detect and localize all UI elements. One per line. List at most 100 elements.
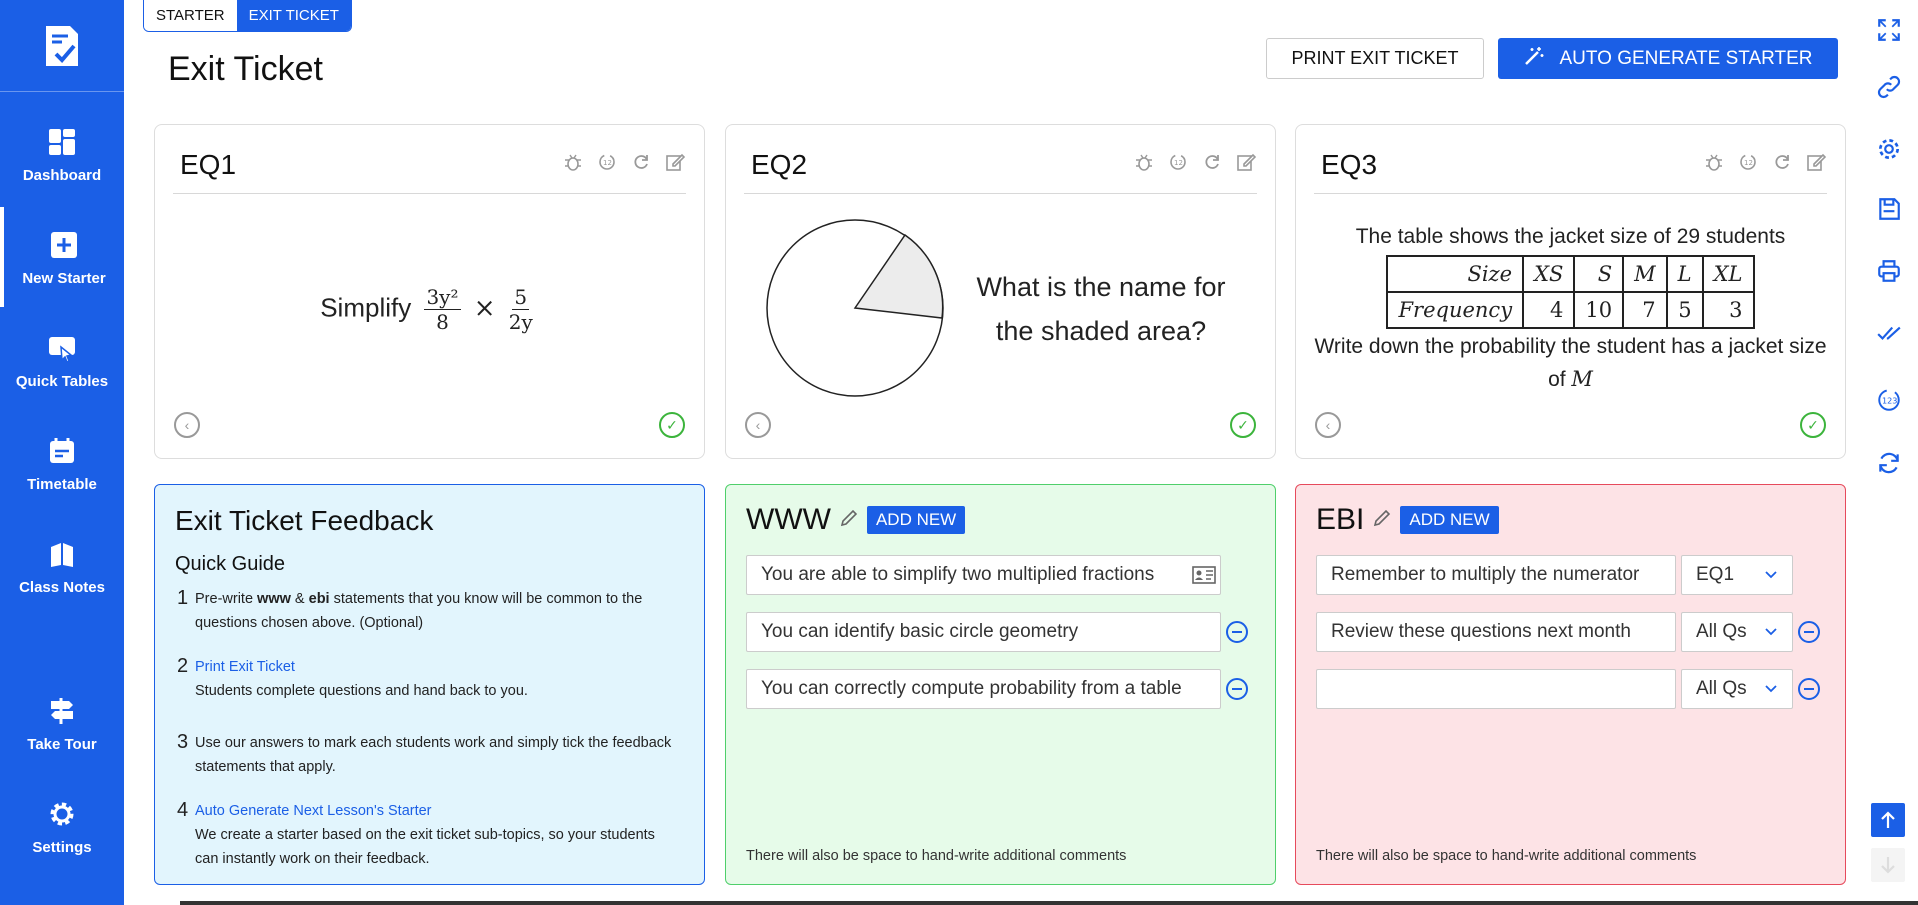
question-card-eq1: EQ1 12 Simplify 3y² 8 × 5 2y ‹ ✓ bbox=[154, 124, 705, 459]
link-icon[interactable] bbox=[1874, 72, 1904, 102]
tab-exit-ticket[interactable]: EXIT TICKET bbox=[236, 0, 351, 31]
number-swap-icon[interactable]: 123 bbox=[1874, 385, 1904, 415]
ebi-statement-input[interactable]: Remember to multiply the numerator bbox=[1316, 555, 1676, 595]
step-body: Print Exit Ticket Students complete quest… bbox=[195, 655, 677, 703]
question-tools: 12 bbox=[562, 151, 686, 173]
www-title: WWW bbox=[746, 503, 831, 536]
ebi-header: EBI ADD NEW bbox=[1316, 503, 1499, 537]
question-card-eq3: EQ3 12 The table shows the jacket size o… bbox=[1295, 124, 1846, 459]
logo-icon bbox=[46, 25, 78, 66]
sidebar-item-label: Class Notes bbox=[19, 578, 105, 596]
bug-report-icon[interactable] bbox=[562, 151, 584, 173]
horizontal-scrollbar[interactable] bbox=[180, 901, 1918, 905]
divider bbox=[173, 193, 686, 194]
table-cell: M bbox=[1622, 255, 1668, 293]
frac1-numerator: 3y² bbox=[424, 285, 461, 310]
arrow-up-icon bbox=[1881, 811, 1895, 828]
magic-wand-icon bbox=[1523, 45, 1545, 73]
ebi-scope-select[interactable]: All Qs bbox=[1681, 612, 1793, 652]
double-check-icon[interactable] bbox=[1874, 318, 1904, 348]
guide-title: Exit Ticket Feedback bbox=[175, 505, 434, 536]
ebi-add-new-button[interactable]: ADD NEW bbox=[1400, 506, 1499, 534]
www-statement-input[interactable]: You can identify basic circle geometry bbox=[746, 612, 1221, 652]
edit-icon[interactable] bbox=[1235, 151, 1257, 173]
question-intro: The table shows the jacket size of 29 st… bbox=[1355, 225, 1786, 248]
number-swap-icon[interactable]: 12 bbox=[1737, 151, 1759, 173]
bug-report-icon[interactable] bbox=[1133, 151, 1155, 173]
sidebar: Dashboard New Starter Quick Tables Timet… bbox=[0, 0, 124, 905]
sidebar-item-label: Take Tour bbox=[27, 735, 97, 753]
previous-question-button[interactable]: ‹ bbox=[1315, 412, 1341, 438]
table-cell: 7 bbox=[1622, 291, 1668, 329]
ebi-statement-input[interactable] bbox=[1316, 669, 1676, 709]
guide-subtitle: Quick Guide bbox=[175, 553, 286, 575]
remove-statement-button[interactable] bbox=[1226, 678, 1248, 700]
question-tools: 12 bbox=[1703, 151, 1827, 173]
frac2-numerator: 5 bbox=[512, 285, 530, 310]
tab-starter[interactable]: STARTER bbox=[144, 0, 237, 31]
www-statement-input[interactable]: You are able to simplify two multiplied … bbox=[746, 555, 1221, 595]
app-logo[interactable] bbox=[0, 0, 124, 92]
save-icon[interactable] bbox=[1874, 194, 1904, 224]
auto-generate-starter-button[interactable]: AUTO GENERATE STARTER bbox=[1498, 38, 1838, 79]
scroll-down-button[interactable] bbox=[1871, 848, 1905, 882]
refresh-icon[interactable] bbox=[1771, 151, 1793, 173]
auto-generate-link[interactable]: Auto Generate Next Lesson's Starter bbox=[195, 803, 432, 819]
ebi-statement-input[interactable]: Review these questions next month bbox=[1316, 612, 1676, 652]
question-outro: Write down the probability the student h… bbox=[1314, 331, 1827, 396]
sidebar-item-take-tour[interactable]: Take Tour bbox=[0, 673, 124, 773]
row-header: Size bbox=[1386, 255, 1525, 293]
refresh-icon[interactable] bbox=[1874, 448, 1904, 478]
refresh-icon[interactable] bbox=[630, 151, 652, 173]
check-icon: ✓ bbox=[1230, 412, 1256, 438]
select-value: All Qs bbox=[1696, 621, 1747, 642]
bug-report-icon[interactable] bbox=[1703, 151, 1725, 173]
frac2-denominator: 2y bbox=[508, 310, 533, 334]
question-card-eq2: EQ2 12 What is the name for the shaded a… bbox=[725, 124, 1276, 459]
check-icon: ✓ bbox=[1800, 412, 1826, 438]
number-swap-icon[interactable]: 12 bbox=[596, 151, 618, 173]
www-statement-text: You can identify basic circle geometry bbox=[761, 621, 1079, 642]
remove-statement-button[interactable] bbox=[1798, 621, 1820, 643]
ebi-scope-select[interactable]: EQ1 bbox=[1681, 555, 1793, 595]
edit-icon[interactable] bbox=[1805, 151, 1827, 173]
pencil-icon[interactable] bbox=[839, 508, 859, 533]
fraction-2: 5 2y bbox=[509, 285, 533, 334]
svg-text:12: 12 bbox=[1744, 159, 1753, 167]
sidebar-item-timetable[interactable]: Timetable bbox=[0, 413, 124, 513]
sidebar-item-label: Dashboard bbox=[22, 166, 102, 184]
sidebar-item-class-notes[interactable]: Class Notes bbox=[0, 516, 124, 616]
step-number: 4 bbox=[177, 799, 189, 821]
print-exit-ticket-link[interactable]: Print Exit Ticket bbox=[195, 659, 295, 675]
gear-icon[interactable] bbox=[1874, 134, 1904, 164]
sidebar-item-settings[interactable]: Settings bbox=[0, 776, 124, 876]
step-text: We create a starter based on the exit ti… bbox=[195, 827, 655, 867]
sidebar-item-dashboard[interactable]: Dashboard bbox=[0, 104, 124, 204]
fullscreen-icon[interactable] bbox=[1874, 15, 1904, 45]
previous-question-button[interactable]: ‹ bbox=[745, 412, 771, 438]
www-add-new-button[interactable]: ADD NEW bbox=[866, 506, 966, 534]
hand-write-note: There will also be space to hand-write a… bbox=[746, 848, 1127, 864]
frac1-denominator: 8 bbox=[436, 310, 449, 334]
sidebar-item-quick-tables[interactable]: Quick Tables bbox=[0, 310, 124, 410]
www-statement-input[interactable]: You can correctly compute probability fr… bbox=[746, 669, 1221, 709]
dashboard-icon bbox=[45, 125, 79, 159]
number-swap-icon[interactable]: 12 bbox=[1167, 151, 1189, 173]
signpost-icon bbox=[45, 694, 79, 728]
sidebar-item-label: Quick Tables bbox=[15, 372, 109, 390]
edit-icon[interactable] bbox=[664, 151, 686, 173]
refresh-icon[interactable] bbox=[1201, 151, 1223, 173]
svg-text:123: 123 bbox=[1882, 395, 1897, 405]
previous-question-button[interactable]: ‹ bbox=[174, 412, 200, 438]
step-text: & bbox=[290, 591, 309, 607]
print-icon[interactable] bbox=[1874, 256, 1904, 286]
table-cell: 4 bbox=[1522, 291, 1576, 329]
print-exit-ticket-button[interactable]: PRINT EXIT TICKET bbox=[1266, 38, 1484, 79]
remove-statement-button[interactable] bbox=[1798, 678, 1820, 700]
scroll-up-button[interactable] bbox=[1871, 803, 1905, 837]
sidebar-item-new-starter[interactable]: New Starter bbox=[0, 207, 124, 307]
guide-step-3: 3 Use our answers to mark each students … bbox=[177, 731, 677, 779]
ebi-scope-select[interactable]: All Qs bbox=[1681, 669, 1793, 709]
remove-statement-button[interactable] bbox=[1226, 621, 1248, 643]
pencil-icon[interactable] bbox=[1372, 508, 1392, 533]
